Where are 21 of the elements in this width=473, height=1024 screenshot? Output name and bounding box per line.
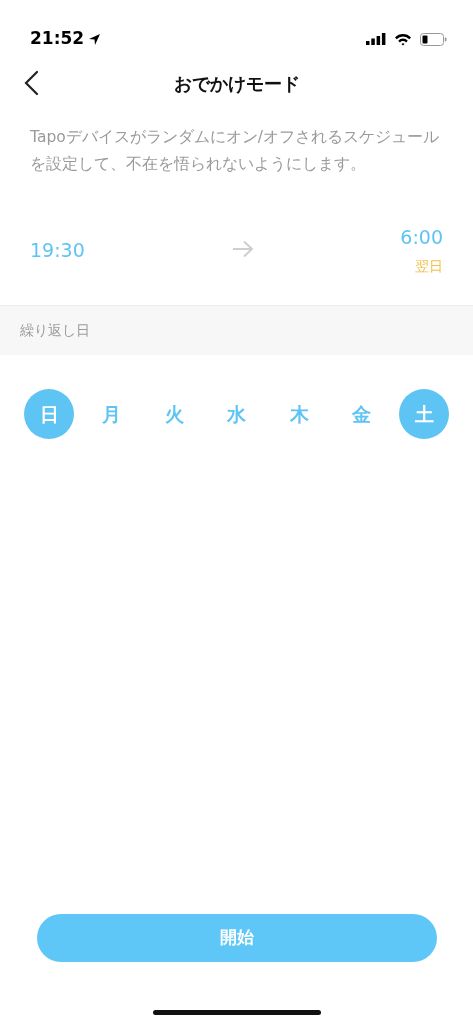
day-toggle[interactable]: 水 — [211, 389, 262, 439]
status-time: 21:52 — [30, 27, 85, 51]
battery-icon — [420, 32, 447, 46]
start-time[interactable]: 19:30 — [30, 236, 85, 265]
page-title: おでかけモード — [173, 71, 300, 96]
day-toggle[interactable]: 木 — [274, 389, 324, 439]
back-button[interactable] — [22, 70, 40, 96]
description-text: Tapoデバイスがランダムにオン/オフされるスケジュールを設定して、不在を悟られないようにします。 — [29, 127, 440, 175]
start-button[interactable]: 開始 — [36, 914, 437, 962]
day-toggle[interactable]: 土 — [399, 389, 449, 439]
day-toggle[interactable]: 火 — [149, 389, 199, 439]
day-toggle[interactable]: 月 — [86, 389, 137, 439]
arrow-right-icon — [231, 240, 254, 258]
next-day-label: 翌日 — [415, 256, 443, 276]
wifi-icon — [394, 32, 412, 46]
day-toggle[interactable]: 金 — [336, 389, 387, 439]
location-arrow-icon — [88, 32, 102, 46]
section-label: 繰り返し日 — [20, 321, 90, 340]
day-toggle[interactable]: 日 — [24, 389, 74, 439]
end-time[interactable]: 6:00 — [400, 223, 443, 252]
signal-icon — [366, 33, 386, 45]
